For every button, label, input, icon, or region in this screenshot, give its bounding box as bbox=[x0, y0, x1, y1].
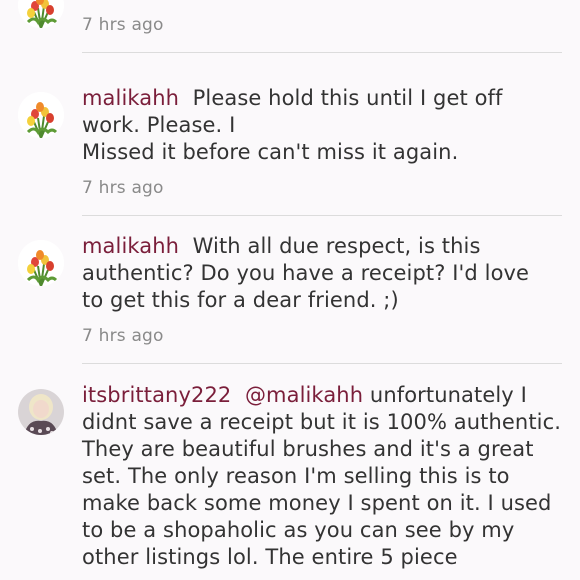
divider bbox=[82, 363, 562, 364]
tulip-bouquet-icon bbox=[18, 0, 64, 28]
comment-text: They are beautiful brushes and it's a gr… bbox=[82, 437, 534, 461]
comment-text: to be a shopaholic as you can see by my bbox=[82, 518, 515, 542]
comment-body: itsbrittany222 @malikahh unfortunately I… bbox=[82, 382, 562, 571]
comment-timestamp: 7 hrs ago bbox=[82, 15, 164, 35]
divider bbox=[82, 215, 562, 216]
avatar[interactable] bbox=[18, 240, 64, 286]
comment-text: Please hold this until I get off bbox=[192, 86, 503, 110]
divider bbox=[82, 52, 562, 53]
comment-text: to get this for a dear friend. ;) bbox=[82, 288, 399, 312]
comment-timestamp: 7 hrs ago bbox=[82, 326, 164, 346]
avatar[interactable] bbox=[18, 92, 64, 138]
comment-text: Missed it before can't miss it again. bbox=[82, 140, 459, 164]
comment-body: malikahh Please hold this until I get of… bbox=[82, 85, 562, 166]
comment-text: other listings lol. The entire 5 piece bbox=[82, 545, 458, 569]
tulip-bouquet-icon bbox=[18, 92, 64, 138]
comment-text: authentic? Do you have a receipt? I'd lo… bbox=[82, 261, 530, 285]
comment-text: work. Please. I bbox=[82, 113, 236, 137]
avatar[interactable] bbox=[18, 389, 64, 435]
comment-text: With all due respect, is this bbox=[192, 234, 481, 258]
comment-text: unfortunately I bbox=[369, 383, 527, 407]
comment-text: set. The only reason I'm selling this is… bbox=[82, 464, 510, 488]
blonde-woman-icon bbox=[18, 389, 64, 435]
tulip-bouquet-icon bbox=[18, 240, 64, 286]
avatar[interactable] bbox=[18, 0, 64, 28]
comment-username[interactable]: malikahh bbox=[82, 234, 179, 258]
comment-mention-link[interactable]: @malikahh bbox=[245, 383, 363, 407]
comment-username[interactable]: malikahh bbox=[82, 86, 179, 110]
comment-text: didnt save a receipt but it is 100% auth… bbox=[82, 410, 562, 434]
comment-timestamp: 7 hrs ago bbox=[82, 178, 164, 198]
comment-body: malikahh With all due respect, is this a… bbox=[82, 233, 562, 314]
comment-text: make back some money I spent on it. I us… bbox=[82, 491, 552, 515]
comment-username[interactable]: itsbrittany222 bbox=[82, 383, 231, 407]
